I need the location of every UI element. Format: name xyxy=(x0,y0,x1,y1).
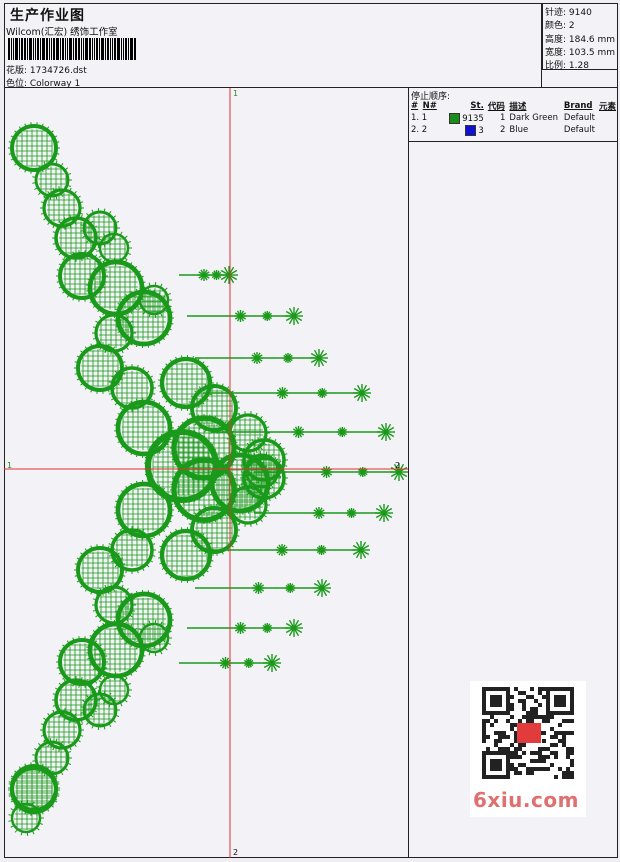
star-motif xyxy=(310,349,328,367)
desc-cell: Dark Green xyxy=(507,112,562,124)
code-cell: 2 xyxy=(486,124,508,136)
barcode xyxy=(8,38,142,60)
star-motif xyxy=(313,579,331,597)
lace-motif xyxy=(158,355,214,411)
star-motif xyxy=(285,307,303,325)
star-motif xyxy=(262,623,272,633)
page-title: 生产作业图 xyxy=(10,5,85,25)
star-motif xyxy=(337,427,347,437)
lace-motif xyxy=(8,122,60,174)
star-motif xyxy=(352,541,370,559)
star-motif xyxy=(317,545,327,555)
header-info: 生产作业图 Wilcom(汇宏) 绣饰工作室 花版: 1734726.dst 色… xyxy=(4,3,542,88)
star-motif xyxy=(198,269,210,281)
color-swatch xyxy=(465,125,476,136)
row-index: 2. 2 xyxy=(409,124,447,136)
star-motif xyxy=(317,388,327,398)
embroidery-design xyxy=(8,122,408,836)
design-height: 高度: 184.6 mm xyxy=(545,32,615,45)
col-header: St. xyxy=(447,100,486,112)
color-count: 颜色: 2 xyxy=(545,18,575,31)
stitch-count-cell: 3 xyxy=(478,126,483,136)
star-motif xyxy=(347,508,357,518)
star-motif xyxy=(313,507,325,519)
star-motif xyxy=(377,423,395,441)
col-header: # xyxy=(409,100,421,112)
star-motif xyxy=(212,270,222,280)
axis-label-right: 2 xyxy=(395,461,400,470)
axis-label-bottom: 2 xyxy=(233,848,238,857)
axis-label-left: 1 xyxy=(7,461,12,470)
design-width: 宽度: 103.5 mm xyxy=(545,45,615,58)
watermark: 6xiu.com xyxy=(473,788,579,812)
table-row[interactable]: 2. 2 3 2 Blue Default xyxy=(409,124,618,136)
star-motif xyxy=(375,504,393,522)
stop-sequence-panel: 停止顺序: # N# St. 代码 描述 Brand 元素 1. 1 9135 … xyxy=(409,88,618,142)
embroidery-preview: 1 2 1 2 xyxy=(4,88,408,858)
code-cell: 1 xyxy=(486,112,508,124)
desc-cell: Blue xyxy=(507,124,562,136)
star-motif xyxy=(244,658,254,668)
brand-cell: Default xyxy=(562,112,597,124)
star-motif xyxy=(293,426,305,438)
stitch-count-cell: 9135 xyxy=(462,114,484,124)
star-motif xyxy=(235,622,247,634)
table-row[interactable]: 1. 1 9135 1 Dark Green Default xyxy=(409,112,618,124)
star-motif xyxy=(235,310,247,322)
axis-label-top: 1 xyxy=(233,89,238,98)
star-motif xyxy=(283,353,293,363)
brand-cell: Default xyxy=(562,124,597,136)
color-swatch xyxy=(449,113,460,124)
star-motif xyxy=(285,583,295,593)
star-motif xyxy=(253,582,265,594)
star-motif xyxy=(251,352,263,364)
qr-logo xyxy=(517,723,541,743)
star-motif xyxy=(220,266,238,284)
col-header: 元素 xyxy=(597,100,618,112)
col-header: 代码 xyxy=(486,100,508,112)
star-motif xyxy=(277,387,289,399)
design-stats: 针迹: 9140 颜色: 2 高度: 184.6 mm 宽度: 103.5 mm… xyxy=(542,3,618,88)
lace-motif xyxy=(8,800,44,836)
star-motif xyxy=(276,544,288,556)
table-header-row: # N# St. 代码 描述 Brand 元素 xyxy=(409,100,618,112)
design-canvas: 1 2 1 2 xyxy=(4,88,409,858)
star-motif xyxy=(353,384,371,402)
studio-name: Wilcom(汇宏) 绣饰工作室 xyxy=(6,24,118,38)
col-header: Brand xyxy=(562,100,597,112)
col-header: N# xyxy=(421,100,447,112)
star-motif xyxy=(321,466,333,478)
stop-sequence-table: # N# St. 代码 描述 Brand 元素 1. 1 9135 1 Dark… xyxy=(409,100,618,136)
star-motif xyxy=(285,619,303,637)
col-header: 描述 xyxy=(507,100,562,112)
design-file: 花版: 1734726.dst xyxy=(6,63,87,76)
stitch-count: 针迹: 9140 xyxy=(545,5,592,18)
star-motif xyxy=(263,654,281,672)
row-index: 1. 1 xyxy=(409,112,447,124)
star-motif xyxy=(262,311,272,321)
lace-motif xyxy=(158,527,214,583)
